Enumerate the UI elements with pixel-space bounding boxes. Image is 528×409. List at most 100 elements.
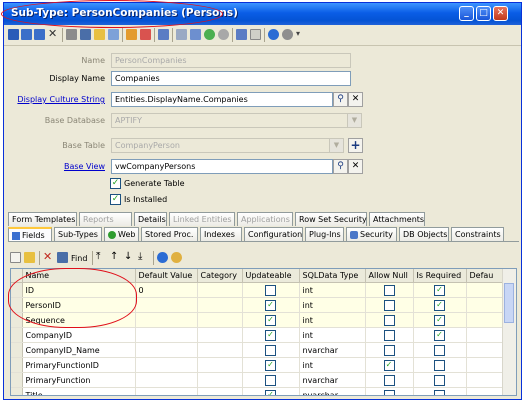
cell-updateable-checkbox[interactable]: ✓ [265, 314, 276, 326]
cell-updateable-checkbox[interactable]: ✓ [265, 389, 276, 395]
cell-is-required[interactable] [413, 387, 467, 395]
cell-category[interactable] [197, 387, 243, 395]
table-row[interactable]: Sequence ✓ int ✓ [11, 312, 504, 328]
cell-default[interactable] [466, 357, 504, 373]
find-icon[interactable] [80, 29, 91, 40]
cell-updateable-checkbox[interactable]: ✓ [265, 329, 276, 341]
cell-name[interactable]: PrimaryFunction [22, 372, 136, 388]
cell-is-required-checkbox[interactable]: ✓ [434, 284, 445, 296]
table-row[interactable]: CompanyID_Name nvarchar [11, 342, 504, 358]
cell-is-required[interactable]: ✓ [413, 312, 467, 328]
cell-name[interactable]: CompanyID [22, 327, 136, 343]
cell-is-required[interactable]: ✓ [413, 297, 467, 313]
cell-allow-null[interactable] [365, 342, 414, 358]
cell-is-required[interactable] [413, 342, 467, 358]
cell-sqldata-type[interactable]: nvarchar [299, 387, 366, 395]
cell-default-value[interactable] [135, 327, 198, 343]
tab-details[interactable]: Details [134, 212, 167, 226]
cell-name[interactable]: Title [22, 387, 136, 395]
cell-category[interactable] [197, 342, 243, 358]
cell-category[interactable] [197, 372, 243, 388]
cell-allow-null-checkbox[interactable]: ✓ [383, 359, 395, 371]
grid-refresh-icon[interactable] [171, 252, 182, 263]
cell-updateable-checkbox[interactable] [265, 374, 276, 386]
cell-allow-null[interactable] [365, 387, 414, 395]
grid-find-icon[interactable] [57, 252, 68, 263]
display-name-field[interactable]: Companies [111, 71, 351, 86]
title-bar[interactable]: Sub-Type: PersonCompanies (Persons) _ □ … [4, 3, 521, 25]
move-down-icon[interactable]: ↓ [124, 252, 135, 263]
cell-default[interactable] [466, 312, 504, 328]
cell-default[interactable] [466, 372, 504, 388]
cell-default-value[interactable]: 0 [135, 282, 198, 298]
tab-row-set-security[interactable]: Row Set Security [295, 212, 367, 226]
row-header[interactable] [11, 297, 23, 313]
row-header[interactable] [11, 372, 23, 388]
new-row-icon[interactable] [10, 252, 21, 263]
cell-allow-null-checkbox[interactable] [383, 299, 395, 311]
grid-scroll-thumb[interactable] [504, 283, 514, 323]
table-row[interactable]: PersonID ✓ int ✓ [11, 297, 504, 313]
close-button[interactable]: ✕ [493, 6, 508, 21]
cell-allow-null[interactable] [365, 312, 414, 328]
cell-name[interactable]: PersonID [22, 297, 136, 313]
cell-allow-null[interactable] [365, 327, 414, 343]
cell-category[interactable] [197, 357, 243, 373]
cell-sqldata-type[interactable]: int [299, 312, 366, 328]
tab-attachments[interactable]: Attachments [369, 212, 425, 226]
cell-allow-null[interactable] [365, 282, 414, 298]
cell-is-required[interactable]: ✓ [413, 282, 467, 298]
col-header-allow-null[interactable]: Allow Null [365, 269, 414, 283]
refresh-icon[interactable] [204, 29, 215, 40]
tab-indexes[interactable]: Indexes [200, 227, 242, 241]
cell-default[interactable] [466, 342, 504, 358]
base-view-link[interactable]: Base View [4, 162, 105, 171]
cell-default-value[interactable] [135, 342, 198, 358]
print-icon[interactable] [66, 29, 77, 40]
cell-sqldata-type[interactable]: int [299, 357, 366, 373]
table-row[interactable]: ID 0 int ✓ [11, 282, 504, 298]
cell-allow-null-checkbox[interactable] [383, 374, 395, 386]
tab-linked-entities[interactable]: Linked Entities [169, 212, 235, 226]
row-header[interactable] [11, 327, 23, 343]
cell-allow-null-checkbox[interactable] [383, 344, 395, 356]
cell-category[interactable] [197, 297, 243, 313]
cell-is-required-checkbox[interactable]: ✓ [434, 314, 445, 326]
cell-updateable[interactable]: ✓ [242, 297, 300, 313]
note-icon[interactable] [250, 29, 261, 40]
generate-table-checkbox[interactable]: ✓ [110, 178, 121, 189]
row-header[interactable] [11, 357, 23, 373]
tab-form-templates[interactable]: Form Templates [8, 212, 77, 226]
move-bottom-icon[interactable]: ⤓ [138, 252, 149, 263]
cell-is-required-checkbox[interactable] [434, 344, 445, 356]
cell-allow-null[interactable]: ✓ [365, 357, 414, 373]
cell-allow-null-checkbox[interactable] [383, 314, 395, 326]
cell-default-value[interactable] [135, 372, 198, 388]
display-culture-string-link[interactable]: Display Culture String [4, 95, 105, 104]
tab-plug-ins[interactable]: Plug-Ins [305, 227, 344, 241]
maximize-button[interactable]: □ [476, 6, 491, 21]
find-culture-string-button[interactable]: ⚲ [333, 92, 348, 107]
cell-updateable[interactable] [242, 342, 300, 358]
tab-applications[interactable]: Applications [237, 212, 293, 226]
cell-is-required-checkbox[interactable]: ✓ [434, 329, 445, 341]
save-icon[interactable] [8, 29, 19, 40]
cell-sqldata-type[interactable]: nvarchar [299, 372, 366, 388]
cell-allow-null[interactable] [365, 372, 414, 388]
cell-name[interactable]: Sequence [22, 312, 136, 328]
cell-is-required-checkbox[interactable]: ✓ [434, 299, 445, 311]
clear-culture-string-button[interactable]: ✕ [348, 92, 363, 107]
record-icon[interactable] [158, 29, 169, 40]
cell-default[interactable] [466, 387, 504, 395]
delete-icon[interactable]: ✕ [48, 28, 59, 40]
help-icon[interactable] [268, 29, 279, 40]
cell-category[interactable] [197, 327, 243, 343]
grid-find-label[interactable]: Find [71, 254, 87, 263]
cell-default[interactable] [466, 282, 504, 298]
navigate-icon[interactable] [236, 29, 247, 40]
save-close-icon[interactable] [34, 29, 45, 40]
add-base-table-button[interactable]: + [348, 138, 363, 153]
cell-name[interactable]: ID [22, 282, 136, 298]
delete-row-icon[interactable]: ✕ [43, 251, 54, 263]
cell-updateable-checkbox[interactable] [265, 344, 276, 356]
